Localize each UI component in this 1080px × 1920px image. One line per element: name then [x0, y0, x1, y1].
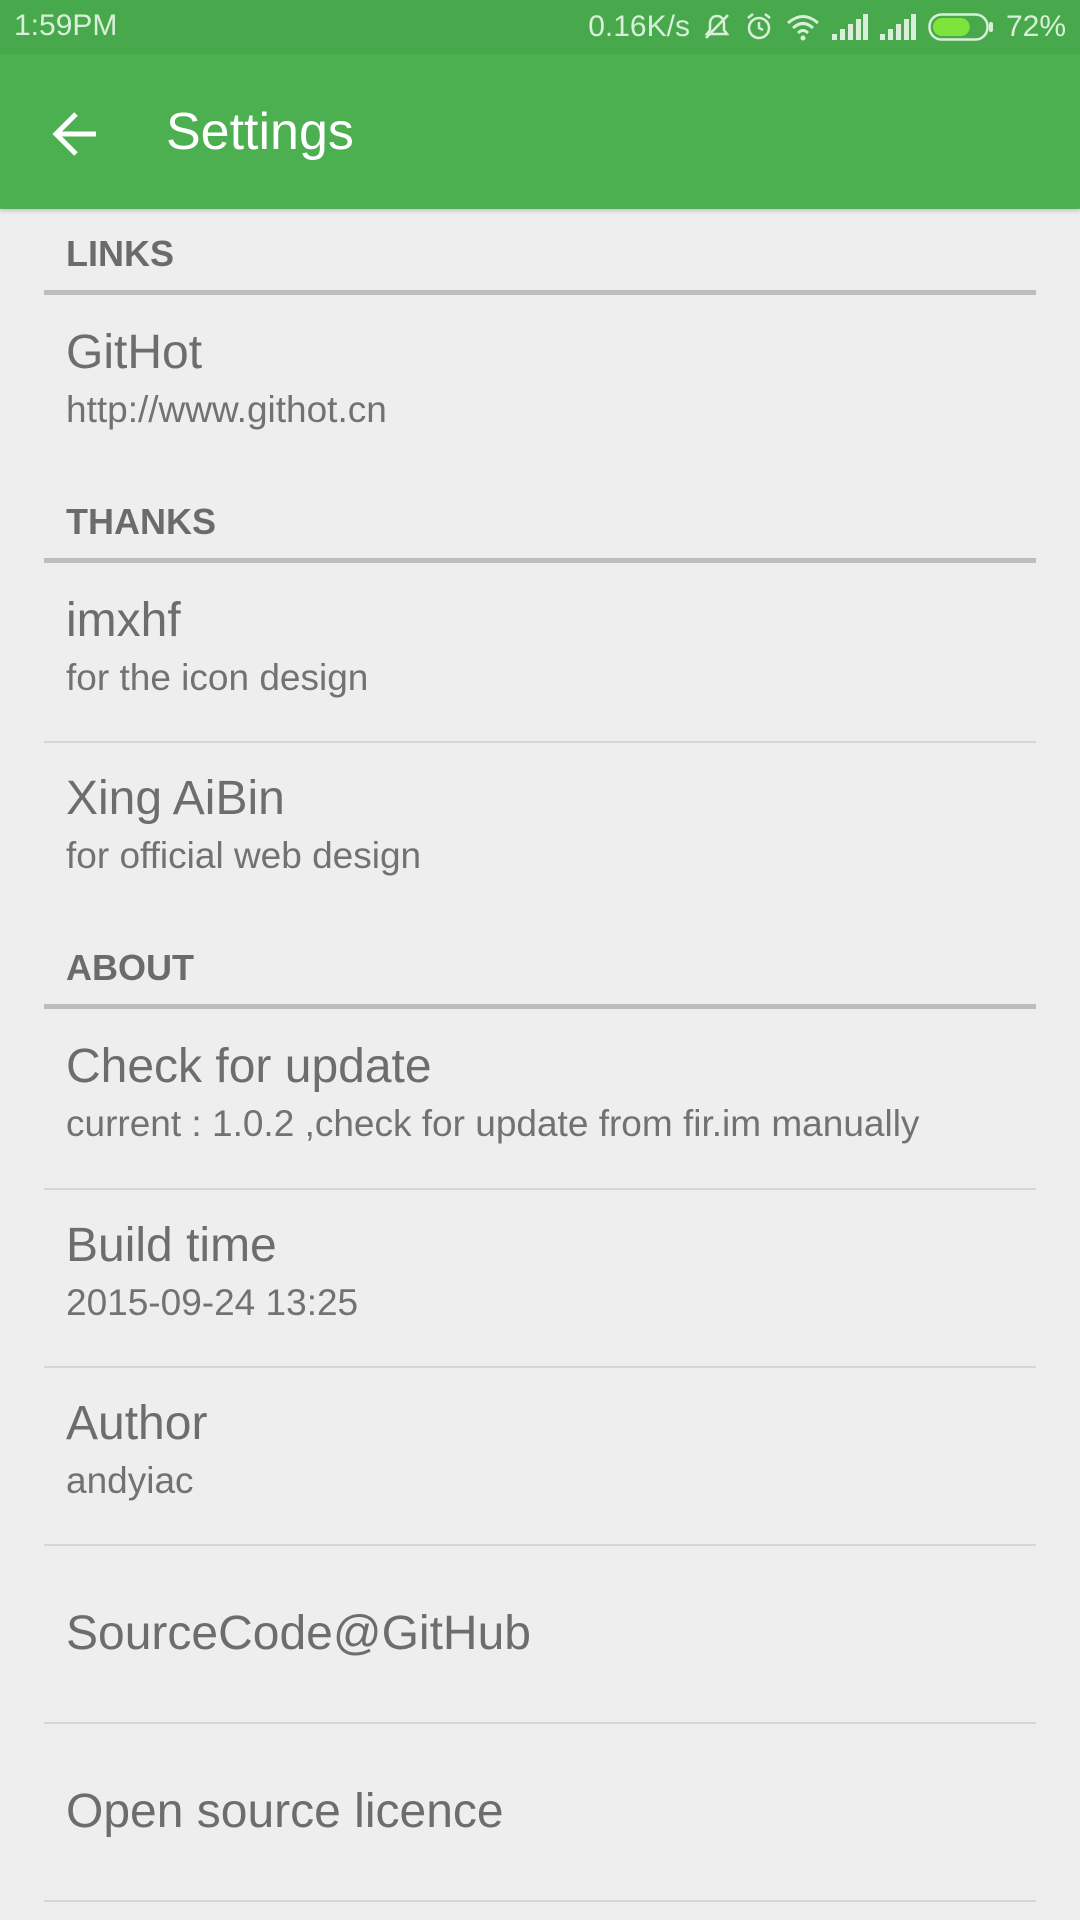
- page-title: Settings: [166, 103, 354, 161]
- pref-title: Xing AiBin: [66, 772, 285, 825]
- list-divider: [44, 1900, 1036, 1902]
- pref-summary: for the icon design: [66, 657, 369, 698]
- status-time: 1:59PM: [14, 9, 118, 42]
- section-header-about: ABOUT: [44, 923, 1036, 1009]
- pref-title: Check for update: [66, 1040, 432, 1093]
- pref-imxhf[interactable]: imxhf for the icon design: [44, 563, 1036, 740]
- pref-title: imxhf: [66, 594, 181, 647]
- section-title: LINKS: [66, 233, 174, 274]
- pref-check-for-update[interactable]: Check for update current : 1.0.2 ,check …: [44, 1009, 1036, 1186]
- pref-open-source-licence[interactable]: Open source licence: [44, 1724, 1036, 1899]
- pref-author[interactable]: Author andyiac: [44, 1368, 1036, 1543]
- arrow-back-icon: [52, 112, 96, 156]
- pref-summary: current : 1.0.2 ,check for update from f…: [66, 1103, 920, 1144]
- section-header-thanks: THANKS: [44, 477, 1036, 563]
- status-bar: 1:59PM 0.16K/s 72%: [0, 0, 1080, 54]
- network-speed: 0.16K/s: [588, 10, 690, 43]
- pref-title: Build time: [66, 1219, 277, 1272]
- wifi-icon: [786, 12, 820, 42]
- pref-title: SourceCode@GitHub: [66, 1607, 531, 1660]
- signal-icon: [831, 14, 868, 40]
- section-title: THANKS: [66, 501, 216, 542]
- pref-githot[interactable]: GitHot http://www.githot.cn: [44, 295, 1036, 475]
- pref-summary: http://www.githot.cn: [66, 389, 387, 430]
- mute-icon: [702, 12, 732, 42]
- pref-title: GitHot: [66, 326, 203, 379]
- pref-summary: andyiac: [66, 1460, 194, 1501]
- section-header-links: LINKS: [44, 209, 1036, 295]
- signal-icon: [879, 14, 916, 40]
- pref-title: Author: [66, 1397, 208, 1450]
- battery-icon: [928, 13, 994, 41]
- pref-sourcecode-github[interactable]: SourceCode@GitHub: [44, 1546, 1036, 1721]
- battery-percent: 72%: [1005, 10, 1066, 43]
- app-bar: Settings: [0, 54, 1080, 209]
- section-title: ABOUT: [66, 947, 194, 988]
- status-icons: 0.16K/s 72%: [588, 0, 1066, 54]
- pref-xing-aibin[interactable]: Xing AiBin for official web design: [44, 743, 1036, 920]
- back-button[interactable]: [40, 98, 112, 170]
- alarm-icon: [744, 12, 774, 42]
- pref-build-time[interactable]: Build time 2015-09-24 13:25: [44, 1190, 1036, 1365]
- pref-summary: for official web design: [66, 835, 422, 876]
- pref-summary: 2015-09-24 13:25: [66, 1282, 359, 1323]
- pref-title: Open source licence: [66, 1785, 504, 1838]
